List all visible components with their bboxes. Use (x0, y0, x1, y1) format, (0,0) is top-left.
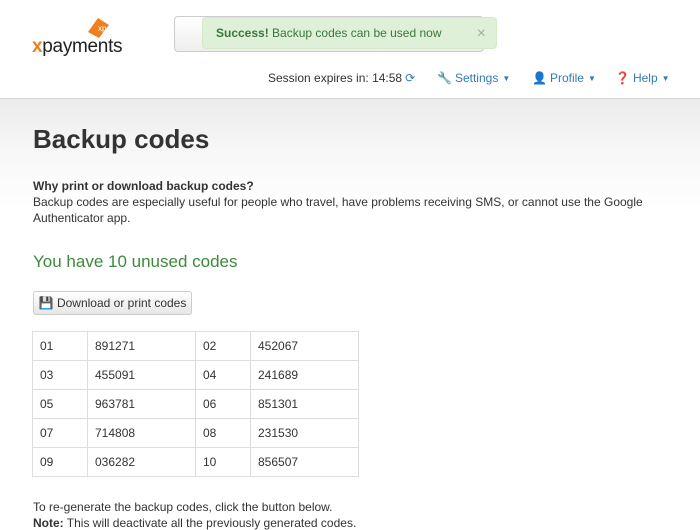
code-value: 241689 (250, 360, 359, 390)
table-row: 01 891271 02 452067 (32, 331, 359, 361)
close-icon[interactable]: × (477, 18, 486, 49)
chevron-down-icon: ▼ (587, 74, 596, 83)
save-icon: 💾 (38, 296, 54, 310)
profile-menu[interactable]: 👤 Profile ▼ (532, 71, 596, 85)
refresh-icon[interactable]: ⟳ (405, 71, 415, 85)
code-value: 963781 (87, 389, 196, 419)
code-value: 856507 (250, 447, 359, 477)
header: xp xpayments Success! Backup codes can b… (0, 0, 700, 99)
code-number: 05 (32, 389, 88, 419)
why-heading: Why print or download backup codes? (33, 179, 254, 193)
alert-strong: Success! (216, 26, 269, 40)
table-row: 03 455091 04 241689 (32, 360, 359, 390)
code-number: 07 (32, 418, 88, 448)
code-number: 02 (195, 331, 251, 361)
code-value: 714808 (87, 418, 196, 448)
user-icon: 👤 (532, 71, 547, 85)
regenerate-text: To re-generate the backup codes, click t… (33, 500, 333, 514)
table-row: 05 963781 06 851301 (32, 389, 359, 419)
success-alert: Success! Backup codes can be used now × (202, 17, 497, 49)
logo-tile-icon: xp (88, 18, 109, 38)
logo-text: xpayments (32, 36, 123, 57)
code-value: 851301 (250, 389, 359, 419)
code-number: 04 (195, 360, 251, 390)
top-navigation: Session expires in: 14:58 ⟳ 🔧 Settings ▼ 👤 P… (0, 70, 700, 88)
session-label: Session expires in: (268, 71, 369, 85)
code-number: 08 (195, 418, 251, 448)
session-time: 14:58 (372, 71, 403, 85)
download-print-button[interactable]: 💾 Download or print codes (33, 291, 192, 315)
chevron-down-icon: ▼ (502, 74, 511, 83)
code-number: 06 (195, 389, 251, 419)
note: Note: This will deactivate all the previ… (33, 516, 357, 530)
code-number: 03 (32, 360, 88, 390)
unused-codes-message: You have 10 unused codes (33, 252, 238, 271)
code-value: 231530 (250, 418, 359, 448)
help-menu[interactable]: ❓ Help ▼ (615, 71, 670, 85)
code-value: 452067 (250, 331, 359, 361)
code-value: 891271 (87, 331, 196, 361)
backup-codes-table: 01 891271 02 452067 03 455091 04 241689 … (32, 331, 359, 477)
code-value: 036282 (87, 447, 196, 477)
question-icon: ❓ (615, 71, 630, 85)
chevron-down-icon: ▼ (661, 74, 670, 83)
table-row: 09 036282 10 856507 (32, 447, 359, 477)
alert-message: Backup codes can be used now (272, 26, 442, 40)
xpayments-logo[interactable]: xp xpayments (32, 10, 142, 58)
code-value: 455091 (87, 360, 196, 390)
description: Backup codes are especially useful for p… (33, 195, 643, 225)
session-expiry: Session expires in: 14:58 ⟳ (268, 71, 415, 85)
svg-text:xp: xp (98, 24, 107, 33)
settings-menu[interactable]: 🔧 Settings ▼ (437, 71, 510, 85)
code-number: 10 (195, 447, 251, 477)
code-number: 09 (32, 447, 88, 477)
wrench-icon: 🔧 (437, 71, 452, 85)
code-number: 01 (32, 331, 88, 361)
page-title: Backup codes (33, 124, 210, 154)
table-row: 07 714808 08 231530 (32, 418, 359, 448)
